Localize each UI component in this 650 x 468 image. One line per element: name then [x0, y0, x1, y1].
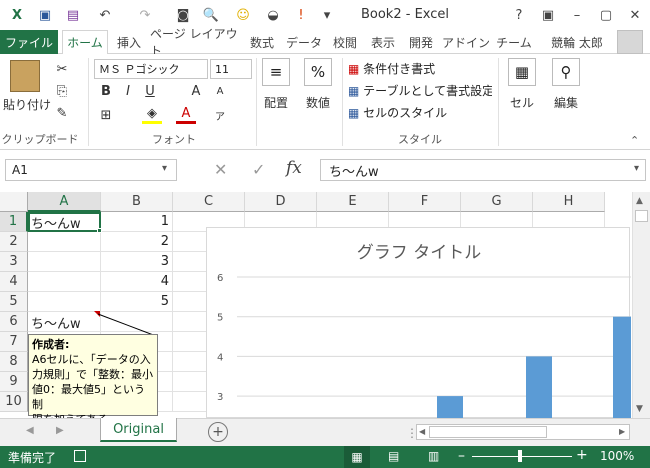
status-ready: 準備完了 [8, 451, 57, 465]
prev-sheet-icon[interactable]: ◀ [26, 425, 34, 436]
page-layout-view-icon[interactable]: ▤ [388, 449, 399, 463]
zoom-slider[interactable] [472, 456, 572, 457]
bar-4[interactable] [526, 356, 552, 419]
page-break-view-icon[interactable]: ▥ [428, 449, 439, 463]
comment-line: 値0：最大値5」という制 [32, 383, 145, 411]
status-bar [0, 446, 650, 468]
comment-line: A6セルに、「データの入 [32, 353, 151, 366]
comment-box[interactable]: 作成者: A6セルに、「データの入 力規則」で「整数：最小 値0：最大値5」とい… [28, 334, 158, 426]
chart-area[interactable]: グラフ タイトル 6543 [206, 227, 631, 419]
zoom-out-icon[interactable]: – [458, 448, 465, 464]
zoom-level[interactable]: 100% [600, 449, 634, 463]
next-sheet-icon[interactable]: ▶ [56, 425, 64, 436]
horizontal-scroll-thumb[interactable] [429, 426, 547, 438]
add-sheet-icon[interactable]: + [208, 422, 228, 442]
comment-line: 力規則」で「整数：最小 [32, 368, 153, 381]
y-tick-label: 4 [217, 352, 223, 363]
y-tick-label: 6 [217, 273, 223, 284]
vertical-scroll-thumb[interactable] [635, 210, 648, 222]
y-tick-label: 3 [217, 392, 223, 403]
horizontal-scrollbar[interactable]: ◀ ▶ [416, 424, 630, 440]
scroll-right-icon[interactable]: ▶ [619, 427, 625, 436]
comment-author: 作成者: [32, 338, 70, 351]
scroll-down-icon[interactable]: ▼ [636, 404, 643, 414]
zoom-slider-thumb[interactable] [518, 450, 522, 462]
zoom-in-icon[interactable]: + [576, 447, 588, 463]
chart-plot: 6 5 4 3 [217, 273, 631, 419]
macro-record-icon[interactable] [74, 450, 86, 462]
scroll-left-icon[interactable]: ◀ [419, 427, 425, 436]
y-tick-label: 5 [217, 313, 223, 324]
sheet-tab-original[interactable]: Original [100, 418, 177, 442]
scroll-up-icon[interactable]: ▲ [636, 196, 643, 206]
normal-view-icon[interactable]: ▦ [344, 446, 370, 468]
vertical-scrollbar[interactable]: ▲ ▼ [632, 192, 650, 418]
bar-5[interactable] [613, 316, 631, 419]
bar-3[interactable] [437, 396, 463, 419]
